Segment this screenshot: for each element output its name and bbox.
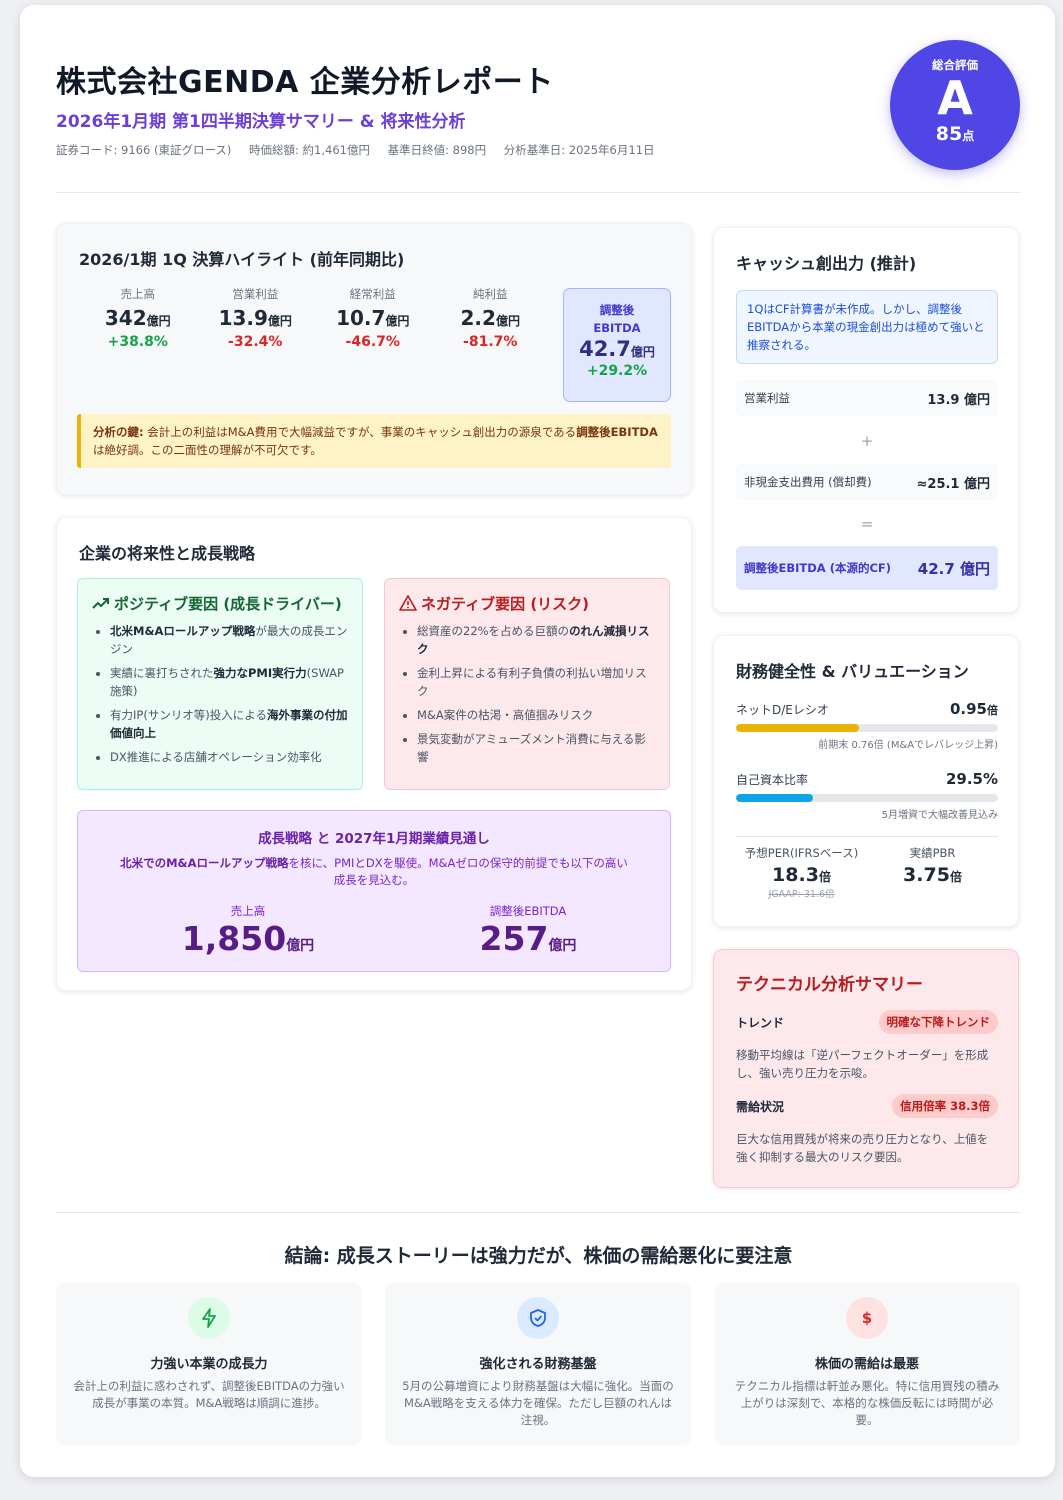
future-strategy-card: 企業の将来性と成長戦略 ポジティブ要因 (成長ドライバー) 北米M&Aロールアッ…: [56, 517, 692, 991]
de-ratio-bar-fill: [736, 724, 860, 732]
list-item: M&A案件の枯渇・高値掴みリスク: [417, 706, 655, 724]
list-item: 有力IP(サンリオ等)投入による海外事業の付加価値向上: [110, 706, 348, 742]
positive-factors-panel: ポジティブ要因 (成長ドライバー) 北米M&Aロールアップ戦略が最大の成長エンジ…: [77, 578, 363, 790]
per-metric: 予想PER(IFRSベース) 18.3倍 JGAAP: 31.6倍: [744, 846, 859, 900]
overall-score-badge: 総合評価 A 85点: [890, 40, 1020, 170]
highlights-title: 2026/1期 1Q 決算ハイライト (前年同期比): [79, 250, 405, 269]
meta-date: 分析基準日: 2025年6月11日: [503, 143, 655, 157]
list-item: 総資産の22%を占める巨額ののれん減損リスク: [417, 622, 655, 658]
cash-generation-card: キャッシュ創出力 (推計) 1QはCF計算書が未作成。しかし、調整後EBITDA…: [713, 227, 1019, 613]
report-meta: 証券コード: 9166 (東証グロース) 時価総額: 約1,461億円 基準日終…: [56, 142, 1021, 158]
list-item: 金利上昇による有利子負債の利払い増加リスク: [417, 664, 655, 700]
shield-check-icon: [517, 1297, 559, 1339]
technical-analysis-card: テクニカル分析サマリー トレンド 明確な下降トレンド 移動平均線は「逆パーフェクト…: [713, 949, 1019, 1188]
outlook-sales: 売上高 1,850億円: [181, 904, 315, 958]
header-divider: [56, 192, 1021, 193]
finance-title: 財務健全性 & バリュエーション: [736, 662, 969, 681]
conclusion-card-growth: 力強い本業の成長力 会計上の利益に惑わされず、調整後EBITDAの力強い成長が事…: [56, 1283, 362, 1445]
metrics-row: 売上高 342億円 +38.8% 営業利益 13.9億円 -32.4% 経常利益…: [79, 286, 549, 350]
outlook-ebitda: 調整後EBITDA 257億円: [479, 904, 577, 958]
technical-title: テクニカル分析サマリー: [736, 975, 923, 995]
cash-row-depreciation: 非現金支出費用 (償却費) ≈25.1 億円: [736, 464, 998, 500]
equity-ratio-row: 自己資本比率 29.5% 5月増資で大幅改善見込み: [736, 770, 998, 821]
margin-ratio-badge: 信用倍率 38.3倍: [892, 1094, 998, 1118]
analysis-key-note: 分析の鍵: 会計上の利益はM&A費用で大幅減益ですが、事業のキャッシュ創出力の源…: [77, 414, 671, 468]
list-item: 実績に裏打ちされた強力なPMI実行力(SWAP施策): [110, 664, 348, 700]
plus-sign: +: [860, 432, 874, 450]
meta-market-cap: 時価総額: 約1,461億円: [249, 143, 370, 157]
negative-title: ネガティブ要因 (リスク): [399, 593, 655, 614]
list-item: 景気変動がアミューズメント消費に与える影響: [417, 730, 655, 766]
outlook-title: 成長戦略 と 2027年1月期業績見通し: [258, 831, 490, 847]
lightning-icon: [188, 1297, 230, 1339]
negative-factors-panel: ネガティブ要因 (リスク) 総資産の22%を占める巨額ののれん減損リスク 金利上…: [384, 578, 670, 790]
page-title: 株式会社GENDA 企業分析レポート: [56, 65, 554, 100]
conclusion-card-supply: $ 株価の需給は最悪 テクニカル指標は軒並み悪化。特に信用買残の積み上がりは深刻…: [714, 1283, 1020, 1445]
conclusion-divider: [56, 1212, 1021, 1213]
conclusion-card-finance: 強化される財務基盤 5月の公募増資により財務基盤は大幅に強化。当面のM&A戦略を…: [385, 1283, 691, 1445]
cash-row-adjusted-ebitda: 調整後EBITDA (本源的CF) 42.7 億円: [736, 546, 998, 590]
equity-ratio-bar-fill: [736, 794, 814, 802]
score-grade: A: [937, 71, 973, 125]
de-ratio-row: ネットD/Eレシオ 0.95倍 前期末 0.76倍 (M&Aでレバレッジ上昇): [736, 700, 998, 751]
cash-title: キャッシュ創出力 (推計): [736, 254, 917, 273]
list-item: DX推進による店舗オペレーション効率化: [110, 748, 348, 766]
positive-title: ポジティブ要因 (成長ドライバー): [92, 593, 348, 614]
metric-net-profit: 純利益 2.2億円 -81.7%: [460, 287, 520, 350]
page-subtitle: 2026年1月期 第1四半期決算サマリー & 将来性分析: [56, 112, 466, 132]
pbr-metric: 実績PBR 3.75倍: [903, 846, 962, 886]
report-page: 株式会社GENDA 企業分析レポート 2026年1月期 第1四半期決算サマリー …: [20, 5, 1055, 1477]
equals-sign: =: [860, 515, 874, 533]
trend-up-icon: [92, 598, 109, 609]
financial-health-card: 財務健全性 & バリュエーション ネットD/Eレシオ 0.95倍 前期末 0.76…: [713, 635, 1019, 927]
de-ratio-bar: [736, 724, 998, 732]
supply-description: 巨大な信用買残が将来の売り圧力となり、上値を強く抑制する最大のリスク要因。: [736, 1132, 989, 1164]
metric-operating-profit: 営業利益 13.9億円 -32.4%: [218, 287, 292, 350]
meta-close-price: 基準日終値: 898円: [387, 143, 487, 157]
supply-row: 需給状況 信用倍率 38.3倍: [736, 1094, 998, 1118]
score-points: 85点: [935, 123, 975, 145]
trend-description: 移動平均線は「逆パーフェクトオーダー」を形成し、強い売り圧力を示唆。: [736, 1048, 989, 1080]
warning-icon: [399, 595, 417, 611]
trend-badge: 明確な下降トレンド: [878, 1010, 998, 1034]
outlook-description: 北米でのM&Aロールアップ戦略を核に、PMIとDXを駆使。M&Aゼロの保守的前提…: [120, 856, 628, 887]
future-title: 企業の将来性と成長戦略: [79, 544, 256, 563]
report-header: 株式会社GENDA 企業分析レポート 2026年1月期 第1四半期決算サマリー …: [56, 57, 1021, 158]
valuation-row: 予想PER(IFRSベース) 18.3倍 JGAAP: 31.6倍 実績PBR …: [736, 836, 998, 900]
earnings-highlights-card: 2026/1期 1Q 決算ハイライト (前年同期比) 売上高 342億円 +38…: [56, 223, 692, 495]
cash-row-operating-profit: 営業利益 13.9 億円: [736, 380, 998, 416]
trend-row: トレンド 明確な下降トレンド: [736, 1010, 998, 1034]
equity-ratio-bar: [736, 794, 998, 802]
adjusted-ebitda-box: 調整後 EBITDA 42.7億円 +29.2%: [563, 288, 671, 402]
metric-ordinary-profit: 経常利益 10.7億円 -46.7%: [336, 287, 410, 350]
growth-outlook-box: 成長戦略 と 2027年1月期業績見通し 北米でのM&Aロールアップ戦略を核に、…: [77, 810, 671, 972]
dollar-icon: $: [846, 1297, 888, 1339]
cash-note: 1QはCF計算書が未作成。しかし、調整後EBITDAから本業の現金創出力は極めて…: [736, 290, 998, 364]
list-item: 北米M&Aロールアップ戦略が最大の成長エンジン: [110, 622, 348, 658]
meta-code: 証券コード: 9166 (東証グロース): [56, 143, 232, 157]
conclusion-title: 結論: 成長ストーリーは強力だが、株価の需給悪化に要注意: [284, 1245, 793, 1267]
metric-sales: 売上高 342億円 +38.8%: [104, 287, 171, 350]
